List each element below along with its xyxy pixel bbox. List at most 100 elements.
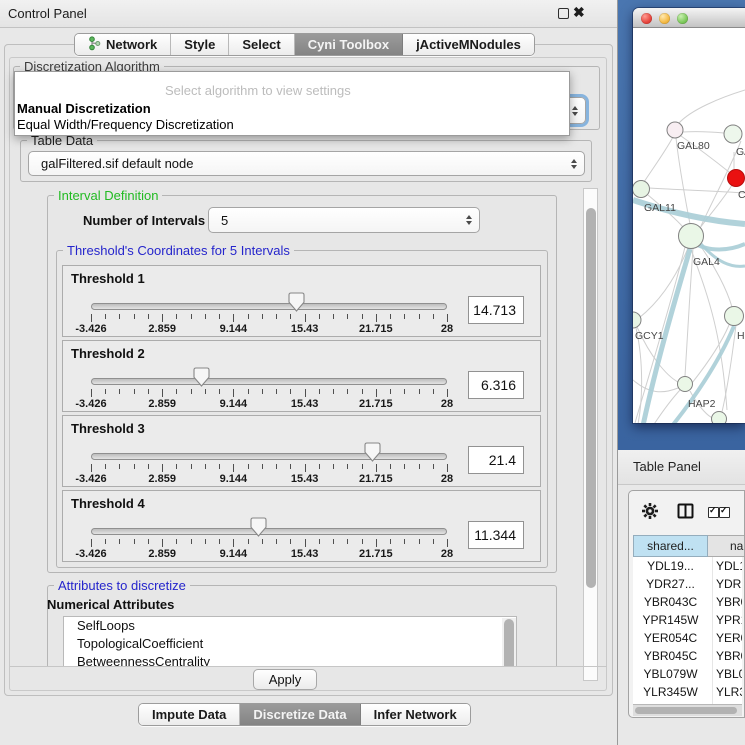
combobox-stepper-icon[interactable] [571,159,577,169]
network-canvas[interactable]: GAL80GACGAL11GAL4GCY1HHAP2 [633,28,745,423]
tab-network[interactable]: Network [75,34,171,55]
threshold-slider-thumb[interactable] [288,292,305,312]
network-edge[interactable] [699,244,732,307]
slider-tick [362,314,363,319]
slider-tick [119,314,120,319]
threshold-value-field[interactable]: 11.344 [468,521,524,549]
attribute-list-item[interactable]: SelfLoops [64,617,516,635]
algorithm-option-manual[interactable]: Manual Discretization [17,101,151,116]
threshold-slider-track[interactable] [91,378,447,385]
gal11-node[interactable] [633,181,650,198]
bottom-node[interactable] [712,412,727,424]
slider-tick [176,464,177,469]
tab-label: Discretize Data [253,707,346,722]
settings-scrollbar-thumb[interactable] [586,208,596,588]
checkbox-icon[interactable] [708,507,719,518]
table-row[interactable]: YPR145WYPR1 [633,611,742,629]
network-edge[interactable] [633,328,642,423]
tab-discretize-data[interactable]: Discretize Data [240,704,360,725]
slider-tick [219,464,220,469]
close-icon[interactable]: ✖ [573,4,585,21]
attributes-scrollbar[interactable] [502,618,516,666]
slider-tick [91,464,92,472]
table-row[interactable]: YBR045CYBR0 [633,647,742,665]
table-data-combobox[interactable]: galFiltered.sif default node [28,151,585,176]
numerical-attributes-list[interactable]: SelfLoopsTopologicalCoefficientBetweenne… [63,616,517,666]
slider-tick [134,389,135,394]
threshold-panel: Threshold 3 21.4 -3.4262.8599.14415.4321… [62,415,541,487]
table-row[interactable]: YBL079W YBL0 [633,665,742,683]
slider-tick [191,464,192,469]
cell-shared-name: YBL079W [633,667,708,681]
threshold-slider-thumb[interactable] [193,367,210,387]
tab-jactivemnodules[interactable]: jActiveMNodules [403,34,534,55]
mac-zoom-button[interactable] [677,13,688,24]
gear-icon[interactable] [641,502,659,520]
slider-tick [233,539,234,547]
table-row[interactable]: YBR043CYBR0 [633,593,742,611]
apply-button[interactable]: Apply [253,669,317,690]
gal4-node[interactable] [679,224,704,249]
network-edge[interactable] [691,249,727,410]
gal80-node[interactable] [667,122,683,138]
red-node[interactable] [728,170,745,187]
threshold-panel: Threshold 2 6.316 -3.4262.8599.14415.432… [62,340,541,412]
combobox-stepper-icon[interactable] [466,215,472,225]
tab-style[interactable]: Style [171,34,229,55]
table-panel: shared... name YDL19...YDL1YDR27...YDR2Y… [628,490,745,718]
table-row[interactable]: YER054CYER0 [633,629,742,647]
cell-name: YBL0 [716,667,742,681]
attribute-list-item[interactable]: BetweennessCentrality [64,653,516,666]
slider-tick [134,464,135,469]
threshold-slider-thumb[interactable] [364,442,381,462]
threshold-slider-track[interactable] [91,453,447,460]
threshold-slider-track[interactable] [91,303,447,310]
settings-scrollbar[interactable] [583,188,598,681]
network-edge[interactable] [683,132,724,133]
network-edge[interactable] [649,188,745,193]
network-edge[interactable] [679,90,745,123]
slider-tick [105,314,106,319]
slider-tick [162,539,163,547]
top-right-node[interactable] [724,125,742,143]
network-edge[interactable] [644,137,673,182]
slider-tick [347,539,348,544]
table-hscrollbar-thumb[interactable] [635,707,737,714]
h-node[interactable] [725,307,744,326]
number-of-intervals-combobox[interactable]: 5 [208,207,480,233]
hap2-node[interactable] [678,377,693,392]
column-header-name[interactable]: name [708,535,745,557]
slider-scale-label: 21.715 [344,473,408,485]
table-row[interactable]: YDL19...YDL1 [633,557,742,575]
attribute-list-item[interactable]: TopologicalCoefficient [64,635,516,653]
slider-tick [233,314,234,322]
threshold-slider-track[interactable] [91,528,447,535]
float-icon[interactable] [558,8,569,19]
threshold-value-field[interactable]: 21.4 [468,446,524,474]
gcy1-node[interactable] [633,312,641,328]
slider-tick [390,389,391,394]
attributes-scrollbar-thumb[interactable] [504,619,514,666]
mac-close-button[interactable] [641,13,652,24]
column-header-shared[interactable]: shared... [633,535,708,557]
table-hscrollbar[interactable] [633,704,742,716]
threshold-value-field[interactable]: 6.316 [468,371,524,399]
checkbox-icon[interactable] [719,507,730,518]
slider-tick [219,539,220,544]
tab-cyni-toolbox[interactable]: Cyni Toolbox [295,34,403,55]
threshold-slider-thumb[interactable] [250,517,267,537]
algorithm-option-equal-width[interactable]: Equal Width/Frequency Discretization [17,117,234,132]
tab-infer-network[interactable]: Infer Network [361,704,470,725]
slider-scale-label: 21.715 [344,323,408,335]
slider-scale-label: 2.859 [130,548,194,560]
cell-shared-name: YER054C [633,631,708,645]
mac-minimize-button[interactable] [659,13,670,24]
network-window-titlebar[interactable] [633,8,745,28]
table-row[interactable]: YLR345WYLR3 [633,683,742,701]
tab-impute-data[interactable]: Impute Data [139,704,240,725]
threshold-value-field[interactable]: 14.713 [468,296,524,324]
tab-select[interactable]: Select [229,34,294,55]
split-column-icon[interactable] [677,503,694,519]
combobox-stepper-icon[interactable] [572,106,578,116]
table-row[interactable]: YDR27...YDR2 [633,575,742,593]
